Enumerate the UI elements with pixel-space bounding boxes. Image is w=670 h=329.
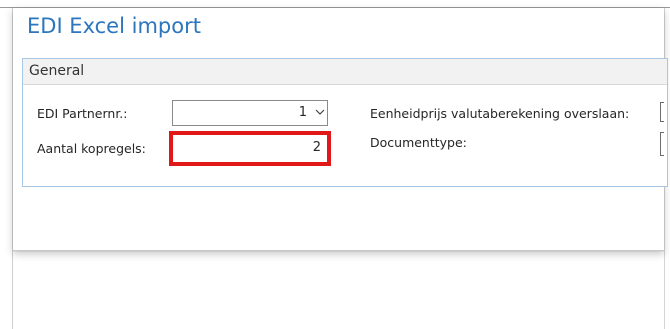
background-page-left: [0, 8, 13, 329]
skip-currency-checkbox[interactable]: [660, 102, 664, 122]
document-type-select[interactable]: [660, 132, 664, 156]
edi-partner-label: EDI Partnernr.:: [37, 106, 128, 121]
background-page: [13, 252, 664, 329]
edi-partner-value: 1: [298, 105, 307, 120]
skip-currency-label: Eenheidprijs valutaberekening overslaan:: [370, 106, 630, 121]
highlight-box: [169, 131, 331, 166]
document-type-label: Documenttype:: [370, 135, 467, 150]
dialog-title: EDI Excel import: [27, 14, 201, 38]
chevron-down-icon: [315, 109, 325, 116]
edi-partner-select[interactable]: 1: [172, 100, 328, 126]
general-section-header[interactable]: General: [23, 59, 667, 85]
general-section-title: General: [29, 63, 85, 79]
edi-excel-import-dialog: EDI Excel import General: [13, 8, 668, 251]
header-lines-label: Aantal kopregels:: [37, 141, 146, 156]
general-section: General: [22, 58, 668, 187]
